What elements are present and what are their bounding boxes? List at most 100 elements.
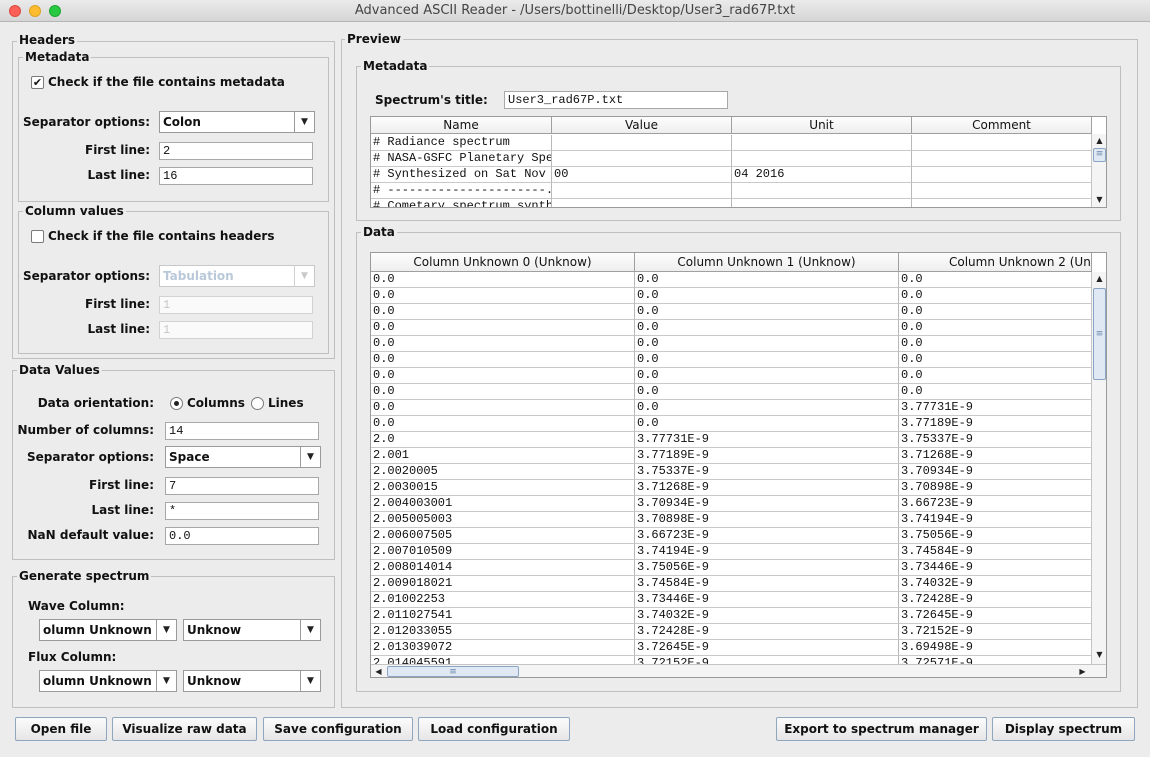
metadata-cell[interactable] [732,199,912,207]
data-cell[interactable]: 0.0 [371,416,635,432]
data-row[interactable]: 2.008014014 3.75056E-9 3.73446E-9 [371,560,1092,576]
close-window-button[interactable] [9,5,21,17]
data-cell[interactable]: 0.0 [635,384,899,400]
data-row[interactable]: 0.0 0.0 0.0 [371,288,1092,304]
data-row[interactable]: 2.009018021 3.74584E-9 3.74032E-9 [371,576,1092,592]
data-cell[interactable]: 0.0 [899,272,1092,288]
flux-column-select[interactable]: olumn Unknown 1 ▼ [39,670,177,692]
wave-column-select[interactable]: olumn Unknown 0 ▼ [39,619,177,641]
data-cell[interactable]: 0.0 [371,304,635,320]
metadata-cell[interactable] [912,183,1092,199]
data-cell[interactable]: 2.005005003 [371,512,635,528]
data-row[interactable]: 2.004003001 3.70934E-9 3.66723E-9 [371,496,1092,512]
scroll-down-icon[interactable]: ▼ [1092,193,1106,207]
data-row[interactable]: 2.014045591 3.72152E-9 3.72571E-9 [371,656,1092,664]
data-cell[interactable]: 0.0 [371,352,635,368]
metadata-row[interactable]: # ----------------------... [371,183,1092,199]
data-row[interactable]: 2.012033055 3.72428E-9 3.72152E-9 [371,624,1092,640]
data-cell[interactable]: 3.74194E-9 [635,544,899,560]
flux-unit-select[interactable]: Unknow ▼ [183,670,321,692]
data-cell[interactable]: 2.014045591 [371,656,635,664]
nan-default-input[interactable]: 0.0 [165,527,319,545]
data-cell[interactable]: 3.72571E-9 [899,656,1092,664]
data-row[interactable]: 0.0 0.0 0.0 [371,272,1092,288]
metadata-cell[interactable]: 00 [552,167,732,183]
data-row[interactable]: 2.013039072 3.72645E-9 3.69498E-9 [371,640,1092,656]
data-cell[interactable]: 0.0 [899,336,1092,352]
data-cell[interactable]: 3.72428E-9 [899,592,1092,608]
data-cell[interactable]: 2.0020005 [371,464,635,480]
data-cell[interactable]: 3.77731E-9 [899,400,1092,416]
metadata-col-comment[interactable]: Comment [912,117,1092,134]
metadata-scroll-thumb[interactable]: ≡ [1093,148,1106,162]
scroll-up-icon[interactable]: ▲ [1092,134,1106,148]
data-cell[interactable]: 3.70934E-9 [635,496,899,512]
data-row[interactable]: 2.0030015 3.71268E-9 3.70898E-9 [371,480,1092,496]
metadata-row[interactable]: # NASA-GSFC Planetary Spe... [371,151,1092,167]
data-row[interactable]: 0.0 0.0 3.77189E-9 [371,416,1092,432]
data-row[interactable]: 0.0 0.0 0.0 [371,352,1092,368]
data-cell[interactable]: 3.75056E-9 [899,528,1092,544]
metadata-separator-select[interactable]: Colon ▼ [159,111,315,133]
data-row[interactable]: 2.011027541 3.74032E-9 3.72645E-9 [371,608,1092,624]
data-cell[interactable]: 3.74584E-9 [899,544,1092,560]
headers-checkbox[interactable] [31,230,44,243]
metadata-cell[interactable] [912,135,1092,151]
data-cell[interactable]: 3.71268E-9 [899,448,1092,464]
data-col-0[interactable]: Column Unknown 0 (Unknow) [371,253,635,272]
metadata-cell[interactable]: # Synthesized on Sat Nov 5 11 [371,167,552,183]
data-cell[interactable]: 3.72645E-9 [635,640,899,656]
export-spectrum-manager-button[interactable]: Export to spectrum manager [776,717,987,741]
metadata-col-name[interactable]: Name [371,117,552,134]
data-cell[interactable]: 3.74032E-9 [635,608,899,624]
data-cell[interactable]: 3.69498E-9 [899,640,1092,656]
data-cell[interactable]: 0.0 [635,352,899,368]
orientation-columns-radio[interactable] [170,397,183,410]
data-cell[interactable]: 2.01002253 [371,592,635,608]
data-row[interactable]: 2.0020005 3.75337E-9 3.70934E-9 [371,464,1092,480]
num-columns-input[interactable]: 14 [165,422,319,440]
data-cell[interactable]: 0.0 [635,320,899,336]
data-cell[interactable]: 0.0 [635,368,899,384]
data-row[interactable]: 0.0 0.0 0.0 [371,304,1092,320]
data-cell[interactable]: 3.70898E-9 [635,512,899,528]
data-cell[interactable]: 0.0 [635,288,899,304]
data-cell[interactable]: 3.71268E-9 [635,480,899,496]
data-cell[interactable]: 3.74194E-9 [899,512,1092,528]
data-cell[interactable]: 2.007010509 [371,544,635,560]
data-cell[interactable]: 3.72152E-9 [635,656,899,664]
metadata-row[interactable]: # Radiance spectrum [371,135,1092,151]
data-vertical-scrollbar[interactable]: ▲ ≡ ▼ [1091,272,1106,664]
data-scroll-thumb[interactable]: ≡ [1093,288,1106,380]
data-row[interactable]: 2.005005003 3.70898E-9 3.74194E-9 [371,512,1092,528]
data-cell[interactable]: 0.0 [371,272,635,288]
data-cell[interactable]: 0.0 [371,336,635,352]
data-hscroll-thumb[interactable]: ≡ [387,666,519,677]
data-cell[interactable]: 0.0 [371,320,635,336]
wave-unit-select[interactable]: Unknow ▼ [183,619,321,641]
data-cell[interactable]: 2.006007505 [371,528,635,544]
metadata-cell[interactable]: # NASA-GSFC Planetary Spe... [371,151,552,167]
metadata-cell[interactable]: # ----------------------... [371,183,552,199]
scroll-right-icon[interactable]: ▶ [1075,665,1090,677]
data-cell[interactable]: 3.72645E-9 [899,608,1092,624]
orientation-lines-radio[interactable] [251,397,264,410]
data-cell[interactable]: 3.75056E-9 [635,560,899,576]
data-cell[interactable]: 2.004003001 [371,496,635,512]
data-cell[interactable]: 0.0 [899,320,1092,336]
data-cell[interactable]: 3.75337E-9 [635,464,899,480]
data-cell[interactable]: 3.70898E-9 [899,480,1092,496]
data-cell[interactable]: 2.012033055 [371,624,635,640]
data-cell[interactable]: 3.72152E-9 [899,624,1092,640]
metadata-cell[interactable] [732,135,912,151]
load-configuration-button[interactable]: Load configuration [418,717,570,741]
data-col-1[interactable]: Column Unknown 1 (Unknow) [635,253,899,272]
data-cell[interactable]: 2.011027541 [371,608,635,624]
metadata-cell[interactable] [912,167,1092,183]
metadata-row[interactable]: # Synthesized on Sat Nov 5 110004 2016 [371,167,1092,183]
data-row[interactable]: 2.0 3.77731E-9 3.75337E-9 [371,432,1092,448]
minimize-window-button[interactable] [29,5,41,17]
metadata-col-value[interactable]: Value [552,117,732,134]
metadata-cell[interactable]: 04 2016 [732,167,912,183]
data-cell[interactable]: 0.0 [371,384,635,400]
